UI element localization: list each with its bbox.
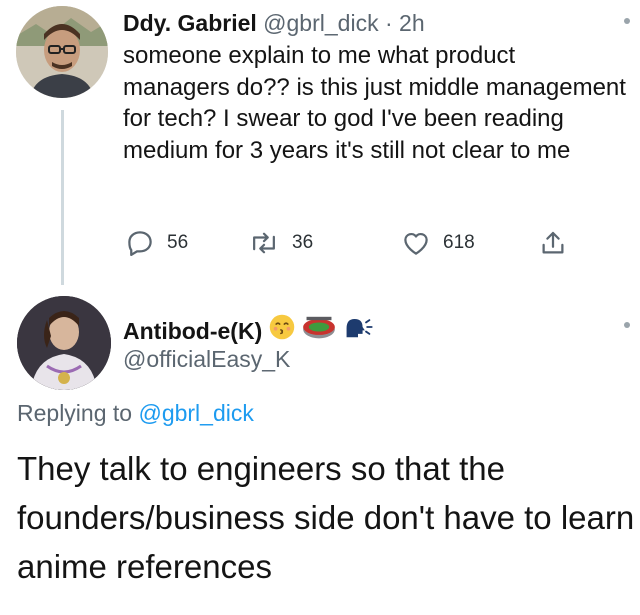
stadium-emoji — [302, 314, 336, 347]
reply-author-name[interactable]: Antibod-e(K) — [123, 316, 262, 346]
tweet-header: Ddy. Gabriel @gbrl_dick · 2h — [123, 8, 425, 38]
like-count: 618 — [443, 232, 475, 253]
share-button[interactable] — [538, 226, 568, 260]
author-handle[interactable]: @gbrl_dick — [263, 10, 378, 36]
like-button[interactable]: 618 — [401, 226, 475, 260]
tweet-actions: 56 36 618 — [123, 226, 593, 260]
replying-to: Replying to @gbrl_dick — [17, 398, 254, 428]
reply-more-options-icon[interactable] — [624, 322, 630, 328]
replying-prefix: Replying to — [17, 400, 139, 426]
tweet-text: someone explain to me what product manag… — [123, 42, 626, 164]
reply-count: 56 — [167, 232, 189, 253]
avatar-antibode[interactable] — [17, 296, 111, 390]
retweet-icon — [248, 228, 280, 258]
avatar-gabriel[interactable] — [16, 6, 108, 98]
reply-author-handle[interactable]: @officialEasy_K — [123, 344, 290, 374]
author-name[interactable]: Ddy. Gabriel — [123, 10, 257, 36]
kissing-face-emoji — [268, 313, 296, 348]
original-tweet: Ddy. Gabriel @gbrl_dick · 2h someone exp… — [0, 0, 640, 290]
more-options-icon[interactable] — [624, 18, 630, 24]
reply-button[interactable]: 56 — [125, 226, 188, 260]
separator-dot: · — [378, 10, 400, 36]
heart-icon — [401, 228, 431, 258]
reply-header: Antibod-e(K) — [123, 313, 374, 348]
reply-text: They talk to engineers so that the found… — [17, 450, 635, 585]
retweet-button[interactable]: 36 — [248, 226, 313, 260]
tweet-time[interactable]: 2h — [399, 10, 425, 36]
reply-icon — [125, 228, 155, 258]
replying-mention-link[interactable]: @gbrl_dick — [138, 400, 253, 426]
speaking-head-emoji — [342, 314, 374, 347]
retweet-count: 36 — [292, 232, 314, 253]
share-icon — [538, 228, 568, 258]
thread-line — [61, 110, 64, 285]
